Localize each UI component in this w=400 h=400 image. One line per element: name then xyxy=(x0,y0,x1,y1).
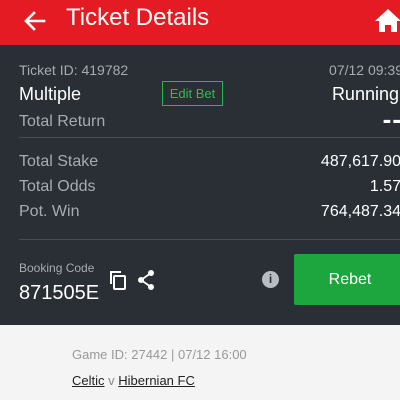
divider xyxy=(19,137,400,138)
pot-win-value: 764,487.34 xyxy=(320,203,400,220)
ticket-id: Ticket ID: 419782 xyxy=(19,62,129,78)
share-button[interactable] xyxy=(136,269,156,291)
pot-win-label: Pot. Win xyxy=(19,203,80,220)
bet-type: Multiple xyxy=(19,84,82,104)
arrow-left-icon xyxy=(24,11,46,31)
ticket-status: Running xyxy=(331,84,399,104)
page-title: Ticket Details xyxy=(66,4,210,31)
divider xyxy=(19,239,400,240)
header-bar: Ticket Details xyxy=(0,0,400,45)
ticket-details-screen: Ticket Details Ticket ID: 419782 07/12 0… xyxy=(0,0,400,400)
copy-button[interactable] xyxy=(108,270,128,290)
total-return-label: Total Return xyxy=(19,113,106,130)
home-button[interactable] xyxy=(374,7,400,33)
booking-code-label: Booking Code xyxy=(19,261,95,275)
total-return-value: -- xyxy=(382,104,400,134)
back-button[interactable] xyxy=(22,8,48,34)
ticket-date: 07/12 09:39 xyxy=(329,62,400,78)
info-icon[interactable]: i xyxy=(262,271,279,288)
total-stake-label: Total Stake xyxy=(19,153,99,170)
edit-bet-button[interactable]: Edit Bet xyxy=(162,81,223,106)
home-icon xyxy=(375,9,400,32)
booking-code: 871505E xyxy=(19,282,100,304)
selections-section xyxy=(0,325,400,400)
game-id: Game ID: 27442 | 07/12 16:00 xyxy=(72,347,247,362)
match-title: Celtic v Hibernian FC xyxy=(72,373,195,388)
copy-icon xyxy=(110,271,126,290)
total-stake-value: 487,617.90 xyxy=(320,153,400,170)
rebet-button[interactable]: Rebet xyxy=(294,254,400,305)
total-odds-label: Total Odds xyxy=(19,178,96,195)
away-team[interactable]: Hibernian FC xyxy=(118,373,195,388)
share-icon xyxy=(138,270,154,290)
total-odds-value: 1.57 xyxy=(369,178,400,195)
versus-separator: v xyxy=(108,373,115,388)
home-team[interactable]: Celtic xyxy=(72,373,105,388)
